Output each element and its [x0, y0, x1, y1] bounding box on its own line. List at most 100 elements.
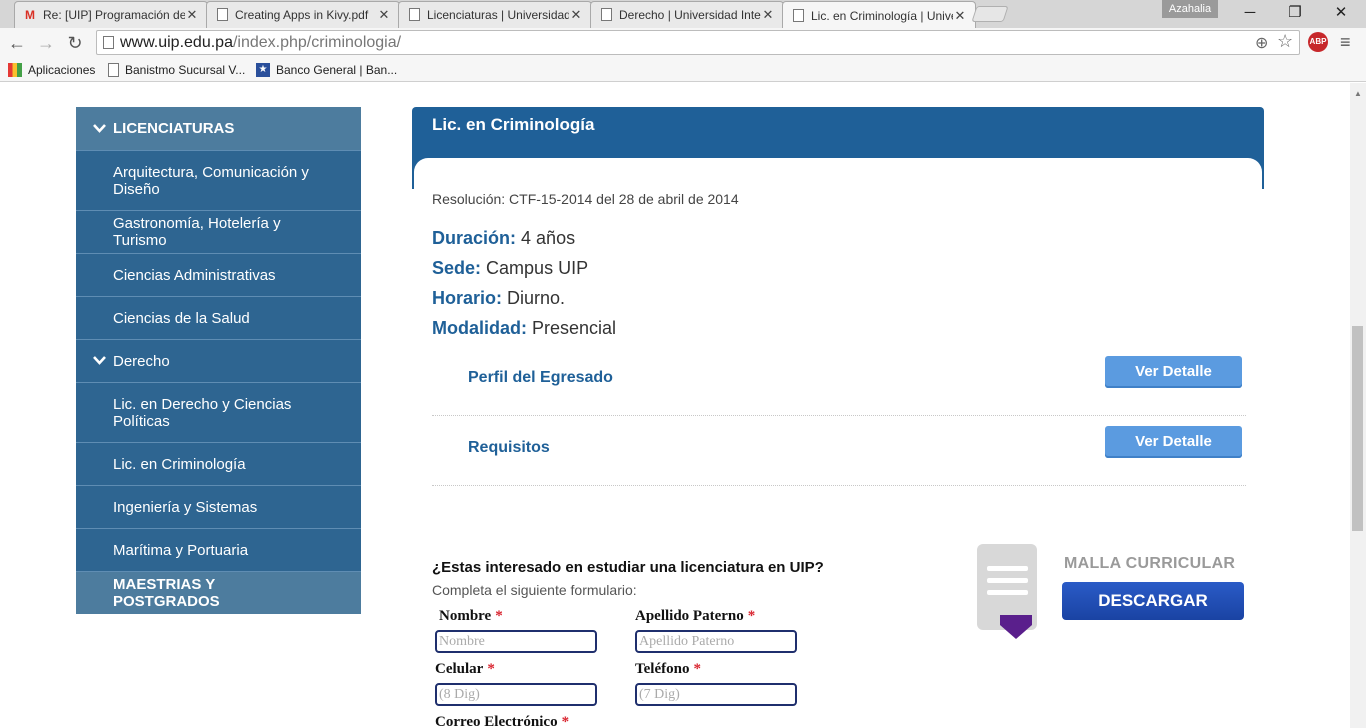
- fact-modalidad: Modalidad: Presencial: [432, 313, 616, 343]
- browser-toolbar: ← → ↻ www.uip.edu.pa/index.php/criminolo…: [0, 28, 1366, 58]
- document-line: [987, 566, 1028, 571]
- section-title: Requisitos: [468, 439, 550, 456]
- new-tab-button[interactable]: [971, 6, 1009, 22]
- tab-licenciaturas[interactable]: Licenciaturas | Universidad ✕: [398, 1, 592, 28]
- tab-title: Lic. en Criminología | Unive: [811, 8, 953, 23]
- sidebar-item-criminologia[interactable]: Lic. en Criminología: [76, 443, 361, 486]
- sidebar-item-label: Arquitectura, Comunicación y Diseño: [113, 163, 309, 198]
- sidebar-item-label: LICENCIATURAS: [113, 120, 235, 137]
- close-icon[interactable]: ✕: [377, 7, 391, 23]
- field-label: Celular: [435, 661, 484, 677]
- sidebar-item-label: Ciencias Administrativas: [113, 266, 276, 284]
- sidebar-item-derecho-ciencias-politicas[interactable]: Lic. en Derecho y Ciencias Políticas: [76, 383, 361, 443]
- chrome-menu-icon[interactable]: ≡: [1340, 32, 1351, 53]
- url-text[interactable]: www.uip.edu.pa/index.php/criminologia/: [120, 34, 401, 52]
- gmail-icon: M: [25, 8, 35, 22]
- restore-icon[interactable]: ❐: [1275, 2, 1315, 24]
- sidebar-item-maestrias[interactable]: MAESTRIAS Y POSTGRADOS: [76, 572, 361, 614]
- sidebar-item-maritima[interactable]: Marítima y Portuaria: [76, 529, 361, 572]
- minimize-icon[interactable]: ─: [1230, 2, 1270, 24]
- close-window-icon[interactable]: ✕: [1321, 2, 1361, 24]
- ver-detalle-requisitos-button[interactable]: Ver Detalle: [1105, 426, 1242, 458]
- page-icon: [215, 8, 229, 22]
- fact-duracion: Duración: 4 años: [432, 223, 616, 253]
- bookmark-banistmo[interactable]: Banistmo Sucursal V...: [108, 63, 245, 77]
- program-facts: Duración: 4 años Sede: Campus UIP Horari…: [432, 223, 616, 343]
- star-icon[interactable]: ☆: [1277, 31, 1293, 52]
- nombre-input[interactable]: [435, 630, 597, 653]
- url-path: /index.php/criminologia/: [232, 34, 402, 51]
- tab-title: Derecho | Universidad Inte: [619, 8, 761, 22]
- profile-chip[interactable]: Azahalia: [1162, 0, 1218, 18]
- section-title: Perfil del Egresado: [468, 369, 613, 386]
- chevron-down-icon: [93, 356, 106, 365]
- required-mark: *: [487, 661, 495, 677]
- fact-sede: Sede: Campus UIP: [432, 253, 616, 283]
- form-question: ¿Estas interesado en estudiar una licenc…: [432, 559, 824, 576]
- sidebar-item-arquitectura[interactable]: Arquitectura, Comunicación y Diseño: [76, 151, 361, 211]
- back-icon[interactable]: ←: [5, 31, 29, 55]
- telefono-label: Teléfono *: [635, 661, 701, 678]
- telefono-input[interactable]: [635, 683, 797, 706]
- close-icon[interactable]: ✕: [953, 8, 967, 24]
- sidebar-item-licenciaturas[interactable]: LICENCIATURAS: [76, 107, 361, 151]
- adblock-icon[interactable]: ABP: [1308, 32, 1328, 52]
- scrollbar-thumb[interactable]: [1352, 326, 1363, 531]
- tab-kivy[interactable]: Creating Apps in Kivy.pdf ✕: [206, 1, 400, 28]
- section-requisitos: Requisitos Ver Detalle: [432, 416, 1246, 486]
- fact-horario: Horario: Diurno.: [432, 283, 616, 313]
- tab-title: Licenciaturas | Universidad: [427, 8, 569, 22]
- page-viewport: LICENCIATURAS Arquitectura, Comunicación…: [0, 83, 1350, 728]
- bank-icon: ★: [256, 63, 270, 77]
- field-label: Nombre: [439, 608, 492, 624]
- apellido-label: Apellido Paterno *: [635, 608, 755, 625]
- close-icon[interactable]: ✕: [185, 7, 199, 23]
- bookmark-label: Banco General | Ban...: [276, 63, 398, 77]
- tab-strip: M Re: [UIP] Programación de ✕ Creating A…: [0, 0, 1366, 29]
- resolution-text: Resolución: CTF-15-2014 del 28 de abril …: [432, 191, 739, 207]
- tab-criminologia[interactable]: Lic. en Criminología | Unive ✕: [782, 1, 976, 29]
- page-icon: [407, 8, 421, 22]
- page-scrollbar[interactable]: ▲: [1350, 83, 1366, 728]
- page-icon: [791, 8, 805, 23]
- scroll-up-icon[interactable]: ▲: [1354, 89, 1362, 98]
- zoom-icon[interactable]: ⊕: [1255, 33, 1268, 53]
- page-info-icon[interactable]: [103, 36, 114, 49]
- required-mark: *: [561, 714, 570, 728]
- address-bar[interactable]: www.uip.edu.pa/index.php/criminologia/ ⊕…: [96, 30, 1300, 55]
- sidebar-item-label: Derecho: [113, 352, 170, 370]
- tab-derecho[interactable]: Derecho | Universidad Inte ✕: [590, 1, 784, 28]
- close-icon[interactable]: ✕: [569, 7, 583, 23]
- sidebar-item-ingenieria[interactable]: Ingeniería y Sistemas: [76, 486, 361, 529]
- forward-icon[interactable]: →: [34, 31, 58, 55]
- sidebar-item-ciencias-salud[interactable]: Ciencias de la Salud: [76, 297, 361, 340]
- fact-key: Duración:: [432, 228, 517, 248]
- sidebar-item-ciencias-administrativas[interactable]: Ciencias Administrativas: [76, 254, 361, 297]
- fact-value: 4 años: [521, 228, 576, 248]
- sidebar-item-derecho[interactable]: Derecho: [76, 340, 361, 383]
- bookmark-apps[interactable]: Aplicaciones: [8, 63, 95, 77]
- correo-label: Correo Electrónico *: [435, 714, 569, 728]
- sidebar-item-label: Lic. en Derecho y Ciencias Políticas: [113, 395, 292, 430]
- bookmark-label: Aplicaciones: [28, 63, 96, 77]
- ver-detalle-perfil-button[interactable]: Ver Detalle: [1105, 356, 1242, 388]
- chevron-down-icon: [93, 123, 106, 133]
- tab-gmail[interactable]: M Re: [UIP] Programación de ✕: [14, 1, 208, 28]
- document-line: [987, 590, 1028, 595]
- close-icon[interactable]: ✕: [761, 7, 775, 23]
- malla-curricular-panel: MALLA CURRICULAR DESCARGAR: [976, 543, 1246, 643]
- url-host: www.uip.edu.pa: [120, 34, 233, 51]
- reload-icon[interactable]: ↻: [63, 31, 87, 55]
- sidebar-item-label: Marítima y Portuaria: [113, 541, 249, 559]
- sidebar-item-label: Ingeniería y Sistemas: [113, 498, 258, 516]
- sidebar-item-gastronomia[interactable]: Gastronomía, Hotelería y Turismo: [76, 211, 361, 254]
- apellido-paterno-input[interactable]: [635, 630, 797, 653]
- bookmark-banco-general[interactable]: ★ Banco General | Ban...: [256, 63, 397, 77]
- apps-grid-icon: [8, 63, 22, 77]
- malla-title: MALLA CURRICULAR: [1064, 555, 1236, 572]
- adblock-label: ABP: [1309, 37, 1327, 46]
- descargar-button[interactable]: DESCARGAR: [1062, 582, 1244, 620]
- document-line: [987, 578, 1028, 583]
- celular-input[interactable]: [435, 683, 597, 706]
- sidebar-item-label: MAESTRIAS Y POSTGRADOS: [113, 576, 220, 610]
